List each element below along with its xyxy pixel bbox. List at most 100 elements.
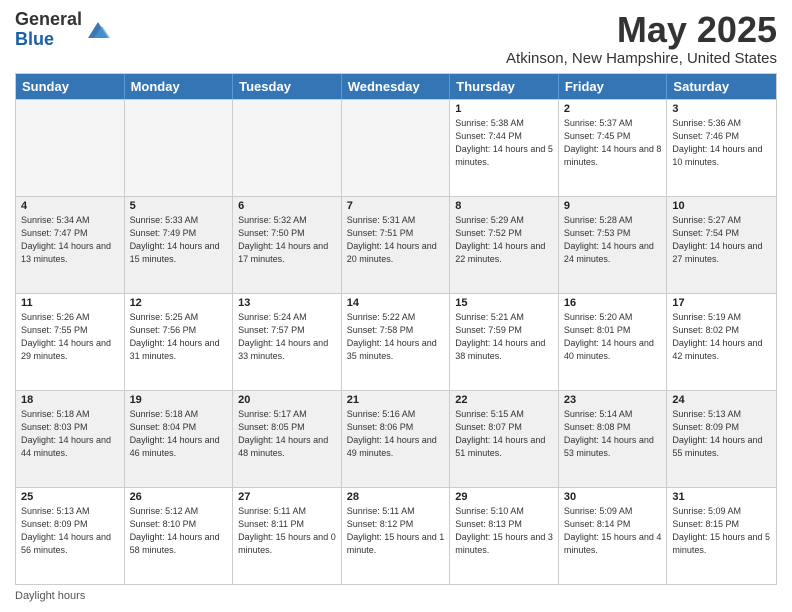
- cal-cell: [16, 100, 125, 196]
- day-number: 12: [130, 297, 228, 309]
- cal-cell: 23 Sunrise: 5:14 AM Sunset: 8:08 PM Dayli…: [559, 391, 668, 487]
- logo: General Blue: [15, 10, 112, 50]
- cal-cell: [233, 100, 342, 196]
- cal-week: 18 Sunrise: 5:18 AM Sunset: 8:03 PM Dayli…: [16, 390, 776, 487]
- day-info: Sunrise: 5:29 AM Sunset: 7:52 PM Dayligh…: [455, 214, 553, 266]
- cal-cell: 29Sunrise: 5:10 AM Sunset: 8:13 PM Dayli…: [450, 488, 559, 584]
- day-info: Sunrise: 5:16 AM Sunset: 8:06 PM Dayligh…: [347, 408, 445, 460]
- cal-cell: 4Sunrise: 5:34 AM Sunset: 7:47 PM Daylig…: [16, 197, 125, 293]
- day-info: Sunrise: 5:21 AM Sunset: 7:59 PM Dayligh…: [455, 311, 553, 363]
- day-info: Sunrise: 5:22 AM Sunset: 7:58 PM Dayligh…: [347, 311, 445, 363]
- cal-cell: 28Sunrise: 5:11 AM Sunset: 8:12 PM Dayli…: [342, 488, 451, 584]
- day-info: Sunrise: 5:15 AM Sunset: 8:07 PM Dayligh…: [455, 408, 553, 460]
- cal-cell: 14 Sunrise: 5:22 AM Sunset: 7:58 PM Dayli…: [342, 294, 451, 390]
- day-number: 10: [672, 200, 771, 212]
- day-info: Sunrise: 5:31 AM Sunset: 7:51 PM Dayligh…: [347, 214, 445, 266]
- logo-text: General Blue: [15, 10, 82, 50]
- day-number: 26: [130, 491, 228, 503]
- page: General Blue May 2025 Atkinson, New Hamp…: [0, 0, 792, 612]
- day-info: Sunrise: 5:18 AM Sunset: 8:03 PM Dayligh…: [21, 408, 119, 460]
- cal-cell: 16Sunrise: 5:20 AM Sunset: 8:01 PM Dayli…: [559, 294, 668, 390]
- cal-header-cell: Tuesday: [233, 74, 342, 99]
- day-number: 18: [21, 394, 119, 406]
- title-block: May 2025 Atkinson, New Hampshire, United…: [506, 10, 777, 67]
- day-info: Sunrise: 5:13 AM Sunset: 8:09 PM Dayligh…: [21, 505, 119, 557]
- cal-cell: 24Sunrise: 5:13 AM Sunset: 8:09 PM Dayli…: [667, 391, 776, 487]
- cal-cell: 7 Sunrise: 5:31 AM Sunset: 7:51 PM Daylig…: [342, 197, 451, 293]
- cal-cell: 9Sunrise: 5:28 AM Sunset: 7:53 PM Daylig…: [559, 197, 668, 293]
- day-number: 21: [347, 394, 445, 406]
- day-number: 1: [455, 103, 553, 115]
- cal-header-cell: Saturday: [667, 74, 776, 99]
- logo-blue: Blue: [15, 29, 54, 49]
- cal-cell: 25 Sunrise: 5:13 AM Sunset: 8:09 PM Dayli…: [16, 488, 125, 584]
- day-info: Sunrise: 5:34 AM Sunset: 7:47 PM Dayligh…: [21, 214, 119, 266]
- cal-cell: 5Sunrise: 5:33 AM Sunset: 7:49 PM Daylig…: [125, 197, 234, 293]
- cal-week: 1Sunrise: 5:38 AM Sunset: 7:44 PM Daylig…: [16, 99, 776, 196]
- day-number: 23: [564, 394, 662, 406]
- day-info: Sunrise: 5:13 AM Sunset: 8:09 PM Dayligh…: [672, 408, 771, 460]
- day-number: 31: [672, 491, 771, 503]
- day-number: 7: [347, 200, 445, 212]
- cal-cell: 1Sunrise: 5:38 AM Sunset: 7:44 PM Daylig…: [450, 100, 559, 196]
- day-info: Sunrise: 5:26 AM Sunset: 7:55 PM Dayligh…: [21, 311, 119, 363]
- day-number: 20: [238, 394, 336, 406]
- day-info: Sunrise: 5:17 AM Sunset: 8:05 PM Dayligh…: [238, 408, 336, 460]
- calendar-body: 1Sunrise: 5:38 AM Sunset: 7:44 PM Daylig…: [16, 99, 776, 584]
- day-number: 14: [347, 297, 445, 309]
- cal-cell: 2 Sunrise: 5:37 AM Sunset: 7:45 PM Daylig…: [559, 100, 668, 196]
- cal-cell: 21 Sunrise: 5:16 AM Sunset: 8:06 PM Dayli…: [342, 391, 451, 487]
- day-info: Sunrise: 5:32 AM Sunset: 7:50 PM Dayligh…: [238, 214, 336, 266]
- cal-cell: [125, 100, 234, 196]
- day-number: 30: [564, 491, 662, 503]
- day-info: Sunrise: 5:33 AM Sunset: 7:49 PM Dayligh…: [130, 214, 228, 266]
- month-title: May 2025: [506, 10, 777, 50]
- day-number: 2: [564, 103, 662, 115]
- day-info: Sunrise: 5:19 AM Sunset: 8:02 PM Dayligh…: [672, 311, 771, 363]
- day-info: Sunrise: 5:14 AM Sunset: 8:08 PM Dayligh…: [564, 408, 662, 460]
- cal-week: 11 Sunrise: 5:26 AM Sunset: 7:55 PM Dayli…: [16, 293, 776, 390]
- logo-general: General: [15, 9, 82, 29]
- day-number: 15: [455, 297, 553, 309]
- day-info: Sunrise: 5:11 AM Sunset: 8:11 PM Dayligh…: [238, 505, 336, 557]
- day-info: Sunrise: 5:12 AM Sunset: 8:10 PM Dayligh…: [130, 505, 228, 557]
- cal-header-cell: Friday: [559, 74, 668, 99]
- cal-week: 25 Sunrise: 5:13 AM Sunset: 8:09 PM Dayli…: [16, 487, 776, 584]
- day-info: Sunrise: 5:18 AM Sunset: 8:04 PM Dayligh…: [130, 408, 228, 460]
- cal-cell: 10Sunrise: 5:27 AM Sunset: 7:54 PM Dayli…: [667, 197, 776, 293]
- location: Atkinson, New Hampshire, United States: [506, 50, 777, 67]
- day-info: Sunrise: 5:37 AM Sunset: 7:45 PM Dayligh…: [564, 117, 662, 169]
- cal-cell: 8 Sunrise: 5:29 AM Sunset: 7:52 PM Daylig…: [450, 197, 559, 293]
- cal-header-cell: Wednesday: [342, 74, 451, 99]
- cal-cell: 22Sunrise: 5:15 AM Sunset: 8:07 PM Dayli…: [450, 391, 559, 487]
- cal-cell: 18 Sunrise: 5:18 AM Sunset: 8:03 PM Dayli…: [16, 391, 125, 487]
- cal-cell: 3Sunrise: 5:36 AM Sunset: 7:46 PM Daylig…: [667, 100, 776, 196]
- cal-cell: 19Sunrise: 5:18 AM Sunset: 8:04 PM Dayli…: [125, 391, 234, 487]
- cal-cell: 20 Sunrise: 5:17 AM Sunset: 8:05 PM Dayli…: [233, 391, 342, 487]
- day-number: 8: [455, 200, 553, 212]
- calendar: SundayMondayTuesdayWednesdayThursdayFrid…: [15, 73, 777, 585]
- day-info: Sunrise: 5:24 AM Sunset: 7:57 PM Dayligh…: [238, 311, 336, 363]
- cal-header-cell: Sunday: [16, 74, 125, 99]
- cal-cell: 11 Sunrise: 5:26 AM Sunset: 7:55 PM Dayli…: [16, 294, 125, 390]
- day-info: Sunrise: 5:36 AM Sunset: 7:46 PM Dayligh…: [672, 117, 771, 169]
- day-info: Sunrise: 5:25 AM Sunset: 7:56 PM Dayligh…: [130, 311, 228, 363]
- day-number: 13: [238, 297, 336, 309]
- cal-cell: 26 Sunrise: 5:12 AM Sunset: 8:10 PM Dayli…: [125, 488, 234, 584]
- logo-icon: [84, 16, 112, 44]
- day-number: 25: [21, 491, 119, 503]
- cal-cell: 12 Sunrise: 5:25 AM Sunset: 7:56 PM Dayli…: [125, 294, 234, 390]
- day-info: Sunrise: 5:09 AM Sunset: 8:15 PM Dayligh…: [672, 505, 771, 557]
- cal-cell: 27Sunrise: 5:11 AM Sunset: 8:11 PM Dayli…: [233, 488, 342, 584]
- day-info: Sunrise: 5:09 AM Sunset: 8:14 PM Dayligh…: [564, 505, 662, 557]
- day-info: Sunrise: 5:28 AM Sunset: 7:53 PM Dayligh…: [564, 214, 662, 266]
- cal-cell: 31 Sunrise: 5:09 AM Sunset: 8:15 PM Dayli…: [667, 488, 776, 584]
- day-info: Sunrise: 5:11 AM Sunset: 8:12 PM Dayligh…: [347, 505, 445, 557]
- calendar-header-row: SundayMondayTuesdayWednesdayThursdayFrid…: [16, 74, 776, 99]
- day-number: 29: [455, 491, 553, 503]
- day-number: 11: [21, 297, 119, 309]
- daylight-label: Daylight hours: [15, 590, 85, 602]
- header: General Blue May 2025 Atkinson, New Hamp…: [15, 10, 777, 67]
- cal-cell: 17Sunrise: 5:19 AM Sunset: 8:02 PM Dayli…: [667, 294, 776, 390]
- cal-cell: 30 Sunrise: 5:09 AM Sunset: 8:14 PM Dayli…: [559, 488, 668, 584]
